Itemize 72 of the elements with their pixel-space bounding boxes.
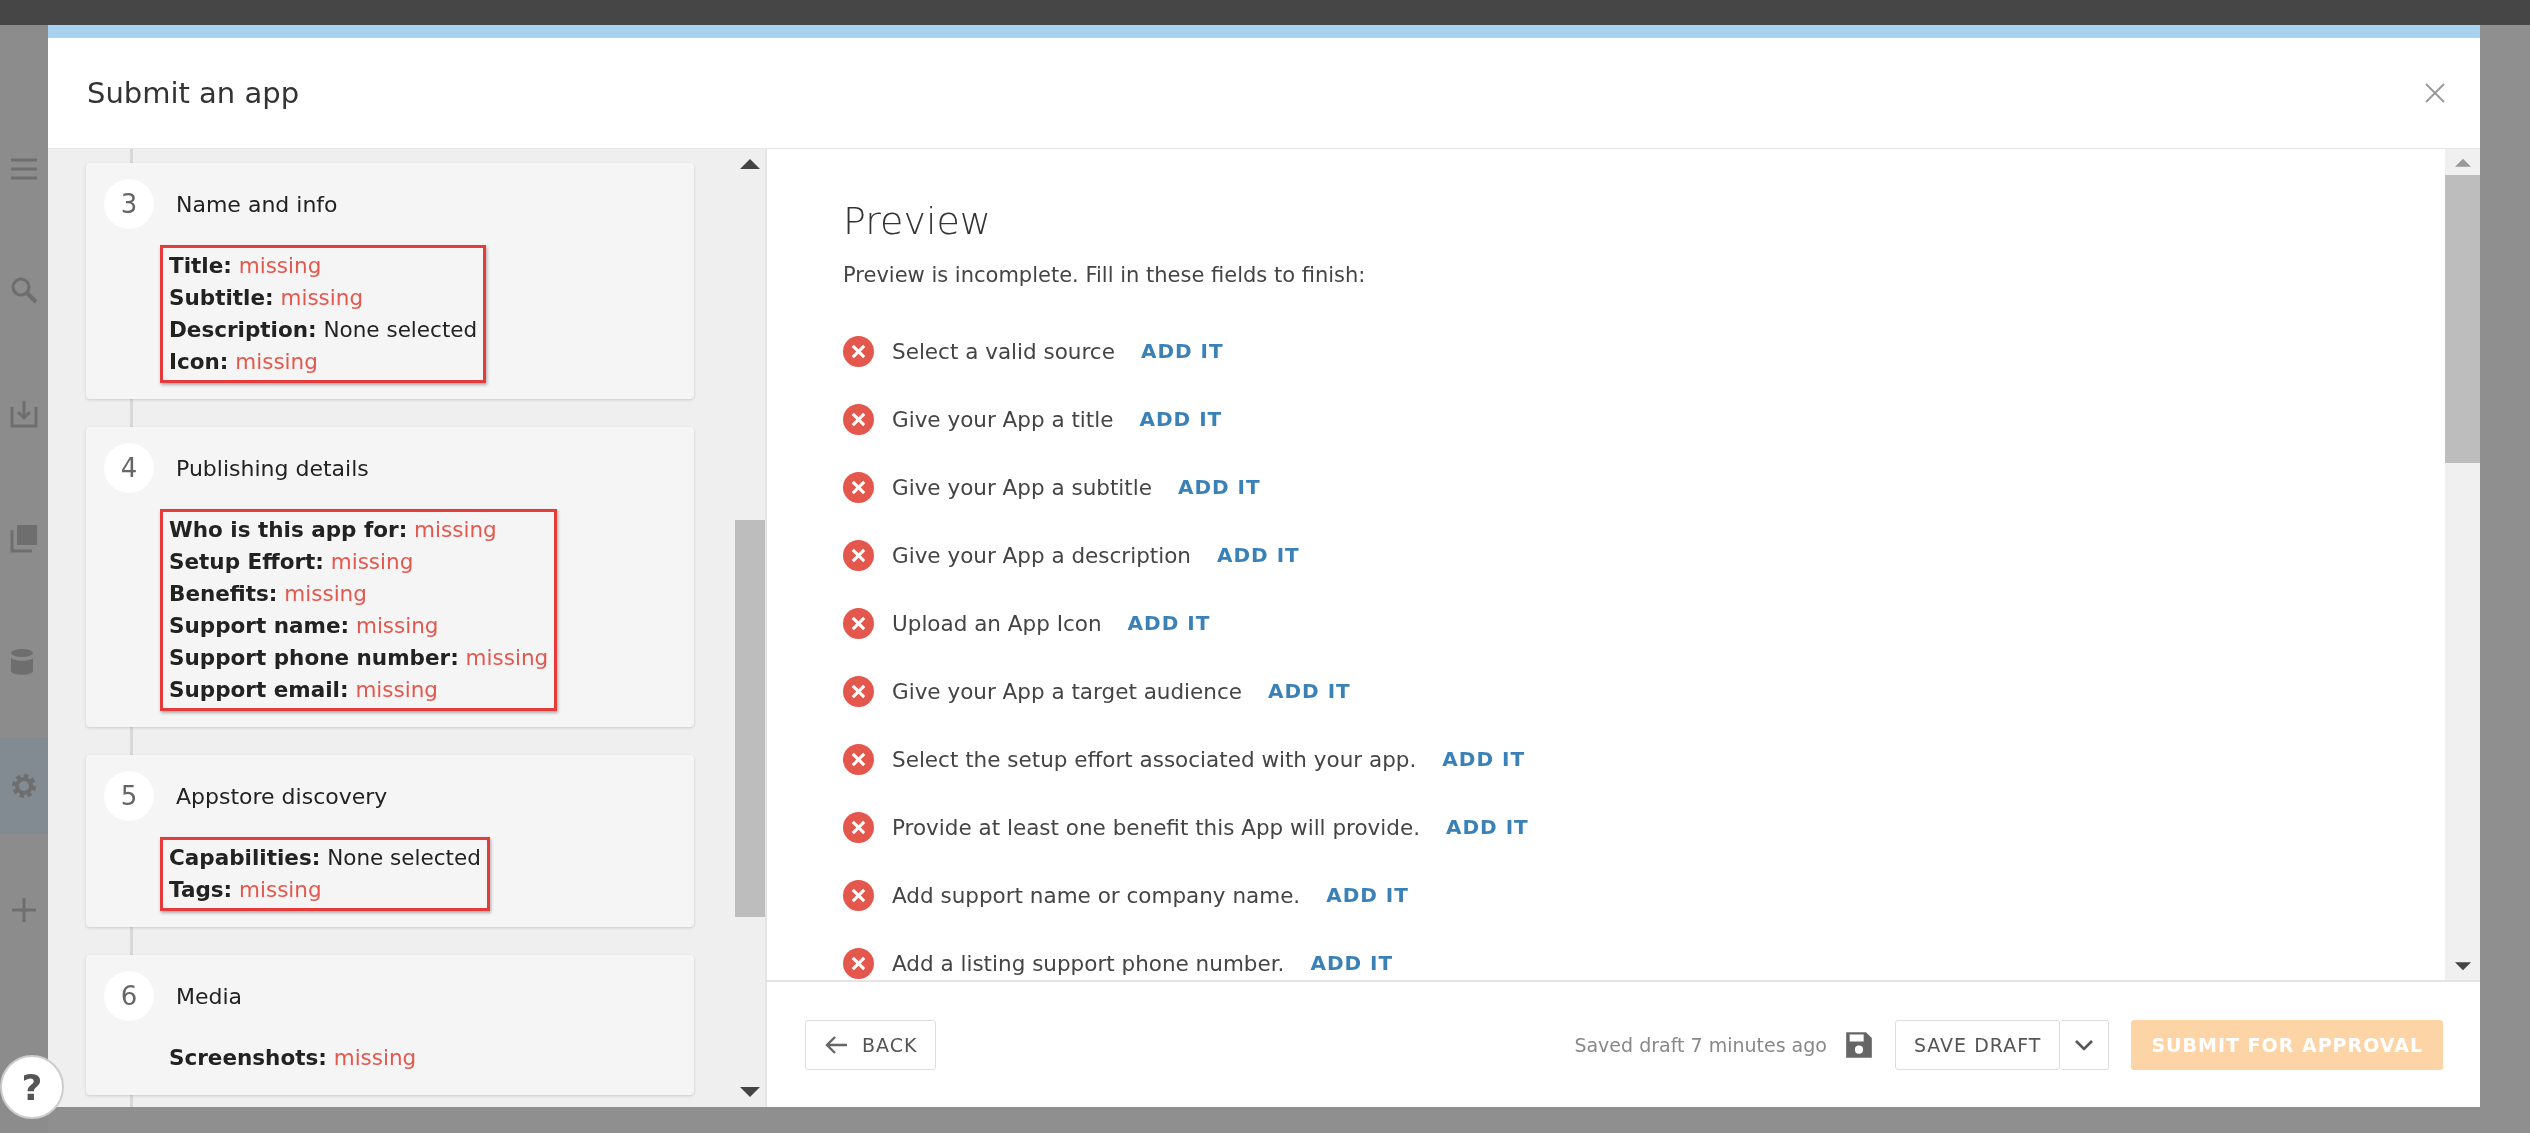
issue-text: Give your App a target audience bbox=[892, 678, 1242, 704]
dialog-title: Submit an app bbox=[87, 76, 300, 110]
issue-text: Upload an App Icon bbox=[892, 610, 1102, 636]
error-icon bbox=[843, 403, 874, 435]
step-title: Name and info bbox=[176, 191, 338, 217]
error-icon bbox=[843, 471, 874, 503]
error-icon bbox=[843, 811, 874, 843]
field-status: Icon: missing bbox=[169, 348, 319, 376]
plus-icon[interactable] bbox=[9, 895, 39, 925]
download-icon[interactable] bbox=[9, 399, 39, 429]
field-status: Who is this app for: missing bbox=[169, 516, 498, 544]
field-status: Benefits: missing bbox=[169, 580, 368, 608]
add-it-link[interactable]: ADD IT bbox=[1326, 883, 1409, 907]
field-status: Description: None selected bbox=[169, 316, 478, 344]
field-status: Support email: missing bbox=[169, 676, 439, 704]
save-draft-button[interactable]: SAVE DRAFT bbox=[1894, 1019, 2061, 1070]
search-icon[interactable] bbox=[9, 275, 39, 305]
field-status: Capabilities: None selected bbox=[169, 844, 481, 872]
error-icon bbox=[843, 675, 874, 707]
error-icon bbox=[843, 947, 874, 979]
issue-text: Add support name or company name. bbox=[892, 882, 1301, 908]
preview-title: Preview bbox=[843, 199, 992, 243]
step-title: Media bbox=[176, 983, 243, 1009]
field-status: Support phone number: missing bbox=[169, 644, 549, 672]
preview-intro: Preview is incomplete. Fill in these fields to finish: bbox=[843, 263, 1367, 287]
error-icon bbox=[843, 879, 874, 911]
book-icon[interactable] bbox=[9, 523, 39, 553]
issue-text: Provide at least one benefit this App will provide. bbox=[892, 814, 1420, 840]
error-icon bbox=[843, 335, 874, 367]
field-status: Tags: missing bbox=[169, 876, 323, 904]
field-status: Setup Effort: missing bbox=[169, 548, 415, 576]
field-status: Support name: missing bbox=[169, 612, 440, 640]
step-number: 3 bbox=[104, 179, 154, 229]
error-icon bbox=[843, 539, 874, 571]
step-number: 6 bbox=[104, 971, 154, 1021]
arrow-left-icon bbox=[824, 1034, 848, 1055]
back-button[interactable]: BACK bbox=[805, 1019, 937, 1070]
step-number: 5 bbox=[104, 771, 154, 821]
add-it-link[interactable]: ADD IT bbox=[1177, 475, 1261, 499]
field-status: Subtitle: missing bbox=[169, 284, 365, 312]
issue-text: Give your App a description bbox=[892, 542, 1191, 568]
add-it-link[interactable]: ADD IT bbox=[1442, 747, 1526, 771]
issue-text: Select a valid source bbox=[892, 338, 1115, 364]
step-number: 4 bbox=[104, 443, 154, 493]
add-it-link[interactable]: ADD IT bbox=[1217, 543, 1300, 567]
scroll-up-icon[interactable] bbox=[740, 157, 760, 169]
field-status: Title: missing bbox=[169, 252, 323, 280]
caret-icon bbox=[2074, 1038, 2095, 1051]
add-it-link[interactable]: ADD IT bbox=[1139, 407, 1223, 431]
scroll-down-icon[interactable] bbox=[2454, 962, 2471, 972]
add-it-link[interactable]: ADD IT bbox=[1446, 815, 1529, 839]
error-icon bbox=[843, 743, 874, 775]
saved-status: Saved draft 7 minutes ago bbox=[1574, 1033, 1827, 1056]
step-title: Publishing details bbox=[176, 455, 369, 481]
add-it-link[interactable]: ADD IT bbox=[1268, 679, 1351, 703]
issue-text: Select the setup effort associated with your app. bbox=[892, 746, 1417, 772]
issue-text: Give your App a subtitle bbox=[892, 474, 1152, 500]
field-status: Screenshots: missing bbox=[169, 1044, 417, 1072]
add-it-link[interactable]: ADD IT bbox=[1140, 339, 1224, 363]
issue-text: Add a listing support phone number. bbox=[892, 950, 1285, 976]
dropdown-button[interactable] bbox=[2060, 1019, 2110, 1070]
menu-icon[interactable] bbox=[9, 157, 39, 181]
scrollbar[interactable] bbox=[2445, 149, 2480, 980]
add-it-link[interactable]: ADD IT bbox=[1127, 611, 1211, 635]
add-it-link[interactable]: ADD IT bbox=[1310, 951, 1394, 975]
step-title: Appstore discovery bbox=[176, 783, 388, 809]
close-icon[interactable] bbox=[2424, 82, 2446, 104]
gear-icon[interactable] bbox=[9, 771, 39, 801]
issue-text: Give your App a title bbox=[892, 406, 1114, 432]
scroll-down-icon[interactable] bbox=[740, 1087, 760, 1099]
save-icon[interactable] bbox=[1844, 1030, 1873, 1059]
error-icon bbox=[843, 607, 874, 639]
